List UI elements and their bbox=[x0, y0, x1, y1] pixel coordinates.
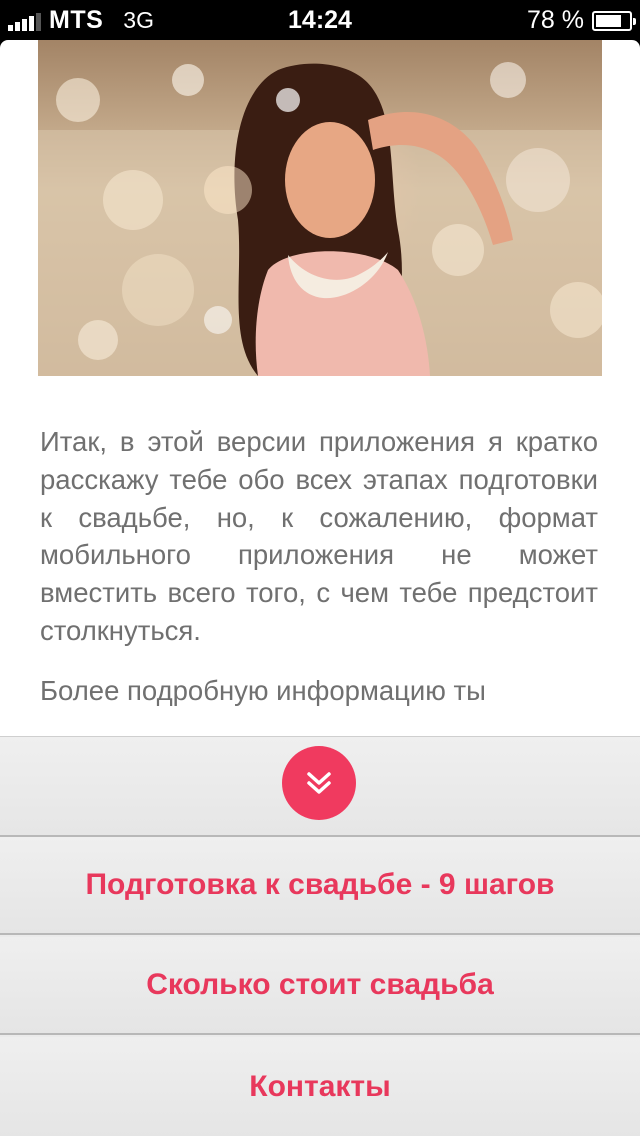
bottom-menu: Подготовка к свадьбе - 9 шагов Сколько с… bbox=[0, 736, 640, 1136]
article-paragraph-2: Более подробную информацию ты bbox=[40, 674, 486, 706]
article-photo bbox=[38, 40, 602, 376]
article-paragraph-1: Итак, в этой версии приложения я кратко … bbox=[40, 426, 598, 646]
battery-percent: 78 % bbox=[527, 6, 584, 34]
menu-item-wedding-preparation[interactable]: Подготовка к свадьбе - 9 шагов bbox=[0, 837, 640, 935]
double-chevron-down-icon bbox=[307, 772, 331, 794]
status-bar: MTS 3G 14:24 78 % bbox=[0, 0, 640, 40]
article-text: Итак, в этой версии приложения я кратко … bbox=[40, 423, 598, 732]
collapse-menu-button[interactable] bbox=[282, 746, 356, 820]
status-right: 78 % bbox=[527, 6, 636, 35]
menu-item-label: Контакты bbox=[249, 1070, 391, 1103]
menu-item-label: Сколько стоит свадьба bbox=[146, 968, 494, 1001]
battery-level-fill bbox=[596, 14, 621, 27]
photo-illustration bbox=[38, 62, 602, 376]
battery-tip bbox=[633, 17, 636, 25]
battery-icon bbox=[592, 10, 636, 31]
menu-handle-row bbox=[0, 737, 640, 837]
menu-item-wedding-cost[interactable]: Сколько стоит свадьба bbox=[0, 937, 640, 1035]
menu-item-contacts[interactable]: Контакты bbox=[0, 1037, 640, 1136]
menu-item-label: Подготовка к свадьбе - 9 шагов bbox=[85, 868, 555, 901]
